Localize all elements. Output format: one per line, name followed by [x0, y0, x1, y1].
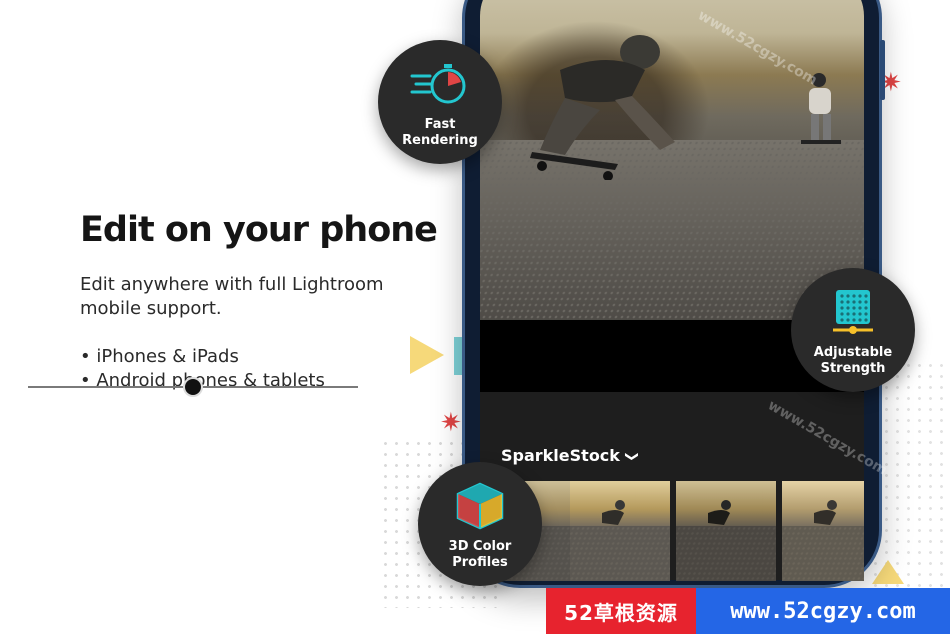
site-watermark-banner: 52草根资源 www.52cgzy.com [546, 588, 950, 634]
phone-side-button [880, 40, 885, 100]
description: Edit anywhere with full Lightroom mobile… [80, 274, 384, 319]
red-star-icon-2: ✷ [440, 408, 462, 438]
strength-grid-icon [833, 290, 873, 334]
feature-item: • iPhones & iPads [80, 346, 239, 367]
headline: Edit on your phone [80, 210, 438, 250]
profile-thumbnail[interactable] [570, 481, 670, 581]
color-cube-icon [456, 482, 504, 530]
strength-slider-knob[interactable] [183, 377, 203, 397]
yellow-triangle-decoration [410, 336, 444, 374]
color-profiles-badge: 3D Color Profiles [418, 462, 542, 586]
skater-figure [530, 35, 675, 180]
main-photo [480, 0, 864, 340]
fast-rendering-badge: Fast Rendering [378, 40, 502, 164]
profile-thumbnail[interactable] [782, 481, 864, 581]
badge-label: Fast Rendering [402, 117, 478, 148]
stopwatch-icon [410, 64, 466, 104]
watermark-right: www.52cgzy.com [696, 588, 950, 634]
badge-label: Adjustable Strength [813, 345, 893, 376]
profile-group-dropdown[interactable]: SparkleStock ❯ [501, 446, 639, 465]
profile-group-label: SparkleStock [501, 446, 620, 465]
profile-thumbnail[interactable] [676, 481, 776, 581]
promo-canvas: ✷ ✷ Edit on your phone Edit anywhere wit… [0, 0, 950, 634]
adjustable-strength-badge: Adjustable Strength [791, 268, 915, 392]
watermark-left: 52草根资源 [546, 588, 696, 634]
yellow-triangle-decoration-2 [872, 560, 904, 584]
badge-label: 3D Color Profiles [448, 539, 512, 570]
chevron-down-icon: ❯ [623, 451, 639, 462]
